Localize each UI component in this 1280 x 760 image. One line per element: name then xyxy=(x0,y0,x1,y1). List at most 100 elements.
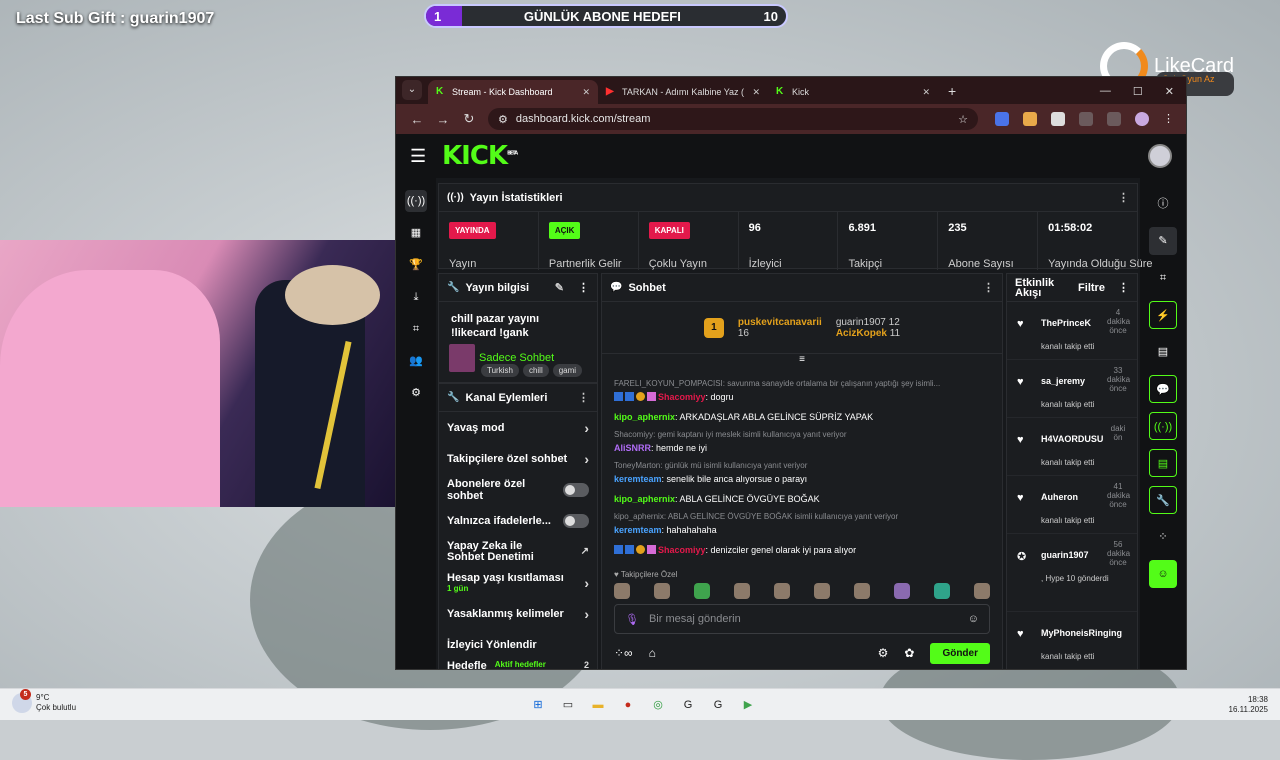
emote[interactable] xyxy=(694,583,710,599)
new-tab-icon[interactable]: + xyxy=(948,83,956,99)
broadcast-icon[interactable]: ((·)) xyxy=(1149,412,1177,440)
third-gifter[interactable]: AcizKopek xyxy=(836,328,887,339)
tag[interactable]: Turkish xyxy=(481,364,519,377)
feed-item[interactable]: ♥ Auheron 41 dakika önce kanalı takip etti xyxy=(1007,476,1137,534)
dashboard-icon[interactable]: ▦ xyxy=(405,222,427,244)
emote[interactable] xyxy=(734,583,750,599)
feed-item[interactable]: ♥ ThePrinceK 4 dakika önce kanalı takip ett… xyxy=(1007,302,1137,360)
emote[interactable] xyxy=(854,583,870,599)
chat-username[interactable]: AliSNRR xyxy=(614,443,651,453)
chat-username[interactable]: Shacomiyy xyxy=(658,392,706,402)
moderation-icon[interactable]: ⌗ xyxy=(405,318,427,340)
chat-username[interactable]: kipo_aphernix xyxy=(614,494,675,504)
emote[interactable] xyxy=(894,583,910,599)
more-options-icon[interactable]: ⋮ xyxy=(578,391,589,404)
kicks-icon[interactable]: ⁘∞ xyxy=(614,646,633,660)
feed-item[interactable]: ✪ guarin1907 56 dakika önce , Hype 10 gönde… xyxy=(1007,534,1137,612)
chat-username[interactable]: kipo_aphernix xyxy=(614,412,675,422)
tag[interactable]: chill xyxy=(522,364,549,377)
microphone-icon[interactable]: 🎙 xyxy=(625,613,639,626)
more-options-icon[interactable]: ⋮ xyxy=(1118,191,1129,204)
tag[interactable]: gami xyxy=(552,364,583,377)
more-options-icon[interactable]: ⋮ xyxy=(983,281,994,294)
emotes-only-toggle[interactable] xyxy=(563,513,589,528)
bookmark-star-icon[interactable]: ☆ xyxy=(958,113,968,126)
lightning-icon[interactable]: ⚡ xyxy=(1149,301,1177,329)
emote[interactable] xyxy=(614,583,630,599)
close-tab-icon[interactable]: ✕ xyxy=(582,87,590,98)
feed-item[interactable]: ♥ sa_jeremy 33 dakika önce kanalı takip ett… xyxy=(1007,360,1137,418)
browser-tab[interactable]: K Stream - Kick Dashboard ✕ xyxy=(428,80,598,104)
banned-words-row[interactable]: Yasaklanmış kelimeler › xyxy=(439,598,597,629)
account-age-row[interactable]: Hesap yaşı kısıtlaması 1 gün › xyxy=(439,567,597,598)
trophy-icon[interactable]: 🏆 xyxy=(405,254,427,276)
app-icon[interactable]: G xyxy=(708,695,728,715)
dots-icon[interactable]: ⁘ xyxy=(1149,523,1177,551)
slow-mode-row[interactable]: Yavaş mod › xyxy=(439,412,597,443)
settings-gear-icon[interactable]: ⚙ xyxy=(405,382,427,404)
feed-item[interactable]: ♥ H4VAORDUSU daki ön kanalı takip etti xyxy=(1007,418,1137,476)
emote[interactable] xyxy=(654,583,670,599)
extension-icon[interactable] xyxy=(1023,112,1037,126)
edit-pencil-icon[interactable]: ✎ xyxy=(1149,227,1177,255)
followers-only-row[interactable]: Takipçilere özel sohbet › xyxy=(439,443,597,474)
kick-logo[interactable]: KICKBETA xyxy=(442,141,518,171)
chat-settings-icon[interactable]: ⚙ xyxy=(878,646,889,660)
emote[interactable] xyxy=(814,583,830,599)
document-icon[interactable]: ▤ xyxy=(1149,338,1177,366)
url-field[interactable]: ⚙ dashboard.kick.com/stream ☆ xyxy=(488,108,978,130)
feed-username[interactable]: H4VAORDUSU xyxy=(1041,434,1103,444)
profile-icon[interactable] xyxy=(1135,112,1149,126)
emote[interactable] xyxy=(774,583,790,599)
emoji-icon[interactable]: ☺ xyxy=(968,613,979,625)
extension-icon[interactable] xyxy=(1051,112,1065,126)
feed-username[interactable]: Auheron xyxy=(1041,492,1078,502)
extensions-puzzle-icon[interactable] xyxy=(1079,112,1093,126)
file-explorer-icon[interactable]: ▬ xyxy=(588,695,608,715)
feed-item[interactable]: ♥ MyPhoneisRinging kanalı takip etti xyxy=(1007,612,1137,669)
app-icon[interactable]: ● xyxy=(618,695,638,715)
raid-row[interactable]: İzleyici Yönlendir xyxy=(439,629,597,660)
more-options-icon[interactable]: ⋮ xyxy=(578,281,589,294)
translate-extension-icon[interactable] xyxy=(995,112,1009,126)
subscribers-only-toggle[interactable] xyxy=(563,482,589,497)
emote[interactable] xyxy=(974,583,990,599)
chat-message[interactable]: keremteam: hahahahaha xyxy=(614,524,990,536)
user-avatar[interactable] xyxy=(1148,144,1172,168)
capture-icon[interactable]: ⌗ xyxy=(1149,264,1177,292)
download-icon[interactable]: ⤓ xyxy=(405,286,427,308)
close-tab-icon[interactable]: ✕ xyxy=(922,87,930,98)
goals-row[interactable]: Hedefle Aktif hedefler 2 xyxy=(439,660,597,669)
back-icon[interactable]: ← xyxy=(404,112,430,127)
users-icon[interactable]: 👥 xyxy=(405,350,427,372)
reload-icon[interactable]: ↻ xyxy=(456,111,482,127)
wrench-icon[interactable]: 🔧 xyxy=(1149,486,1177,514)
menu-hamburger-icon[interactable]: ☰ xyxy=(410,146,434,167)
close-tab-icon[interactable]: ✕ xyxy=(752,87,760,98)
store-icon[interactable]: ⌂ xyxy=(649,646,656,660)
chat-username[interactable]: Shacomiyy xyxy=(658,545,706,555)
feed-username[interactable]: sa_jeremy xyxy=(1041,376,1085,386)
chat-message[interactable]: keremteam: senelik bile anca alıyorsue o… xyxy=(614,473,990,485)
info-icon[interactable]: ⓘ xyxy=(1149,190,1177,218)
emote[interactable] xyxy=(934,583,950,599)
feed-filter-button[interactable]: Filtre xyxy=(1078,282,1105,294)
tab-search-button[interactable]: ⌄ xyxy=(402,80,422,100)
chat-username[interactable]: keremteam xyxy=(614,525,662,535)
minimize-icon[interactable]: — xyxy=(1100,85,1111,98)
feed-username[interactable]: guarin1907 xyxy=(1041,550,1089,560)
feed-username[interactable]: MyPhoneisRinging xyxy=(1041,628,1122,638)
forward-icon[interactable]: → xyxy=(430,112,456,127)
collapse-icon[interactable]: ≡ xyxy=(602,354,1002,366)
emote-menu-icon[interactable]: ✿ xyxy=(904,646,914,660)
close-window-icon[interactable]: ✕ xyxy=(1165,85,1174,98)
chat-message[interactable]: kipo_aphernix: ABLA GELİNCE ÖVGÜYE BOĞAK xyxy=(614,493,990,505)
chat-username[interactable]: keremteam xyxy=(614,474,662,484)
chat-message[interactable]: Shacomiyy: denizciler genel olarak iyi p… xyxy=(614,544,990,556)
ai-assistant-icon[interactable]: ☺ xyxy=(1149,560,1177,588)
browser-tab[interactable]: K Kick ✕ xyxy=(768,80,938,104)
maximize-icon[interactable]: ☐ xyxy=(1133,85,1143,98)
chrome-icon[interactable]: ◎ xyxy=(648,695,668,715)
chat-message[interactable]: AliSNRR: hemde ne iyi xyxy=(614,442,990,454)
send-button[interactable]: Gönder xyxy=(930,642,990,664)
